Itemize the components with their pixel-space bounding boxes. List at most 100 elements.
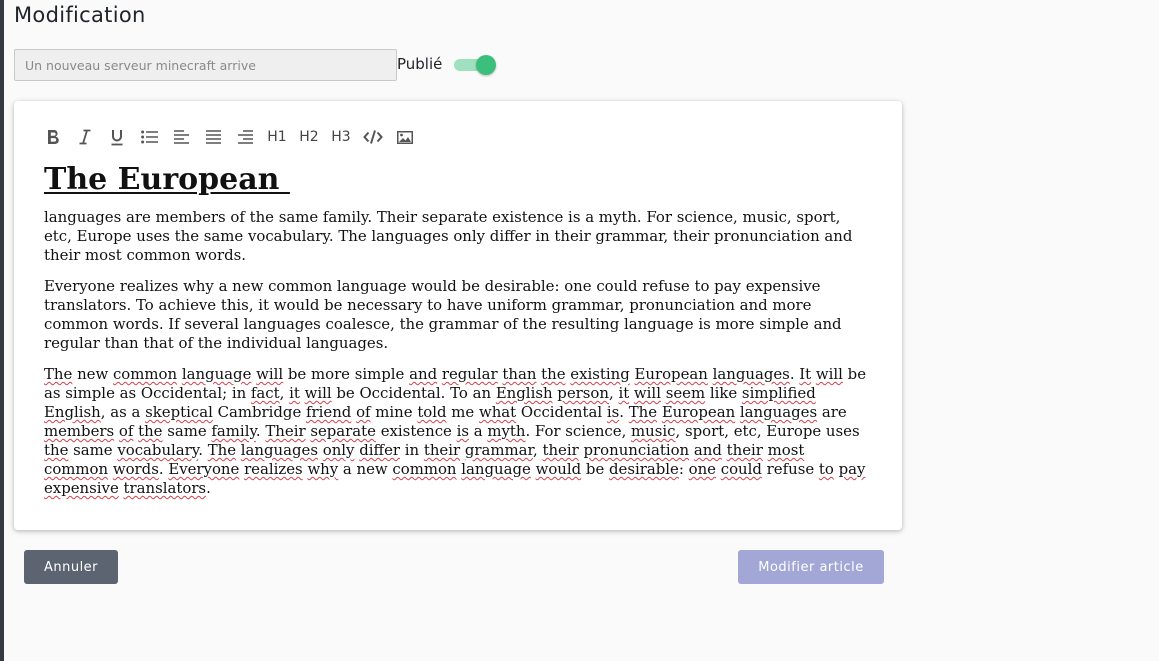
spellcheck-word: of — [356, 403, 371, 421]
code-button[interactable] — [362, 127, 384, 147]
editor-content[interactable]: The European languages are members of th… — [44, 161, 869, 498]
align-left-button[interactable] — [170, 127, 192, 147]
align-left-icon — [173, 130, 189, 144]
spellcheck-word: pay — [838, 460, 866, 478]
spellcheck-word: languages — [739, 403, 818, 421]
spellcheck-word: European — [661, 403, 736, 421]
spellcheck-word: English — [44, 403, 101, 421]
submit-article-button[interactable]: Modifier article — [738, 550, 884, 584]
code-icon — [363, 130, 383, 144]
spellcheck-word: of — [118, 422, 134, 440]
spellcheck-word: vocabulary — [117, 441, 199, 459]
spellcheck-word: existing — [570, 365, 630, 383]
image-icon — [397, 130, 413, 144]
align-justify-button[interactable] — [202, 127, 224, 147]
spellcheck-word: the — [138, 422, 163, 440]
spellcheck-word: common — [44, 460, 109, 478]
spellcheck-word: most — [767, 441, 805, 459]
spellcheck-word: languages — [712, 365, 790, 383]
spellcheck-word: members — [44, 422, 115, 440]
article-title-input[interactable] — [14, 49, 397, 81]
spellcheck-word: fact — [250, 384, 280, 402]
spellcheck-word: their — [542, 441, 579, 459]
spellcheck-word: why — [307, 460, 339, 478]
spellcheck-word: Their — [265, 422, 306, 440]
spellcheck-word: words — [112, 460, 159, 478]
published-label: Publié — [397, 55, 443, 73]
spellcheck-word: what — [478, 403, 517, 421]
bold-button[interactable] — [42, 127, 64, 147]
spellcheck-word: their — [423, 441, 461, 459]
spellcheck-word: could — [720, 460, 762, 478]
italic-icon — [79, 129, 91, 145]
spellcheck-word: English — [495, 384, 553, 402]
cancel-button[interactable]: Annuler — [24, 550, 118, 584]
bold-icon — [48, 130, 59, 145]
spellcheck-word: desirable — [609, 460, 679, 478]
spellcheck-word: expensive — [44, 479, 119, 497]
spellcheck-word: is — [606, 403, 620, 421]
toggle-knob — [476, 55, 496, 75]
spellcheck-word: will — [815, 365, 843, 383]
spellcheck-word: person — [557, 384, 609, 402]
content-heading: The European — [44, 162, 290, 197]
spellcheck-word: The — [44, 365, 73, 383]
heading2-button[interactable]: H2 — [298, 127, 320, 147]
content-paragraph-spellchecked: The new common language will be more sim… — [44, 365, 867, 497]
spellcheck-word: skeptical — [145, 403, 213, 421]
spellcheck-word: will — [633, 384, 661, 402]
spellcheck-word: and — [693, 441, 722, 459]
spellcheck-word: would — [535, 460, 582, 478]
spellcheck-word: realizes — [244, 460, 303, 478]
spellcheck-word: pronunciation — [583, 441, 690, 459]
spellcheck-word: will — [304, 384, 332, 402]
published-toggle[interactable] — [454, 55, 496, 75]
spellcheck-word: grammar — [464, 441, 533, 459]
spellcheck-word: regular — [441, 365, 498, 383]
spellcheck-word: only — [322, 441, 355, 459]
editor-card: H1 H2 H3 The European languages are memb… — [14, 101, 902, 530]
spellcheck-word: European — [634, 365, 708, 383]
align-justify-icon — [205, 130, 221, 144]
spellcheck-word: their — [726, 441, 763, 459]
heading3-button[interactable]: H3 — [330, 127, 352, 147]
spellcheck-word: and — [409, 365, 438, 383]
align-right-icon — [237, 130, 253, 144]
bullet-list-icon — [140, 130, 158, 144]
spellcheck-word: than — [502, 365, 537, 383]
heading1-button[interactable]: H1 — [266, 127, 288, 147]
spellcheck-word: family — [211, 422, 256, 440]
spellcheck-word: Everyone — [168, 460, 240, 478]
spellcheck-word: myth — [487, 422, 526, 440]
bullet-list-button[interactable] — [138, 127, 160, 147]
spellcheck-word: is — [456, 422, 469, 440]
align-right-button[interactable] — [234, 127, 256, 147]
underline-icon — [111, 129, 123, 145]
sidebar-edge — [0, 0, 4, 661]
spellcheck-word: told — [417, 403, 447, 421]
content-paragraph: languages are members of the same family… — [44, 208, 853, 264]
spellcheck-word: common — [112, 365, 178, 383]
spellcheck-word: music — [631, 422, 676, 440]
spellcheck-word: it — [618, 384, 630, 402]
spellcheck-word: The — [207, 441, 237, 459]
image-button[interactable] — [394, 127, 416, 147]
spellcheck-word: to — [818, 460, 834, 478]
spellcheck-word: It — [799, 365, 812, 383]
spellcheck-word: the — [44, 441, 69, 459]
spellcheck-word: one — [688, 460, 716, 478]
page-title: Modification — [14, 3, 146, 27]
spellcheck-word: simplified — [741, 384, 816, 402]
spellcheck-word: common — [392, 460, 457, 478]
spellcheck-word: differ — [359, 441, 401, 459]
spellcheck-word: language — [461, 460, 531, 478]
spellcheck-word: separate — [310, 422, 376, 440]
spellcheck-word: translators — [123, 479, 207, 497]
italic-button[interactable] — [74, 127, 96, 147]
spellcheck-word: friend — [306, 403, 352, 421]
underline-button[interactable] — [106, 127, 128, 147]
spellcheck-word: The — [628, 403, 658, 421]
spellcheck-word: the — [541, 365, 566, 383]
spellcheck-word: seem — [665, 384, 706, 402]
spellcheck-word: it — [289, 384, 300, 402]
